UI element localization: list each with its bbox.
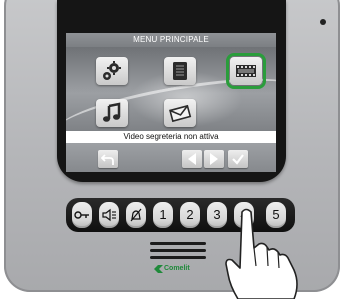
- status-led: [320, 19, 326, 25]
- next-button[interactable]: [204, 150, 224, 168]
- key-2[interactable]: 2: [180, 202, 200, 228]
- menu-item-messages[interactable]: [164, 99, 196, 127]
- door-key-button[interactable]: [72, 202, 92, 228]
- confirm-button[interactable]: [228, 150, 248, 168]
- music-note-icon: [103, 102, 121, 122]
- speaker-grille-line: [150, 242, 206, 245]
- menu-item-video[interactable]: [226, 53, 266, 89]
- ringer-off-button[interactable]: [126, 202, 146, 228]
- confirm-check-icon: [232, 154, 244, 165]
- phonebook-icon: [173, 62, 187, 80]
- menu-title: MENU PRINCIPALE: [66, 33, 276, 47]
- back-button[interactable]: [98, 150, 118, 168]
- video-film-icon: [236, 65, 256, 77]
- menu-item-music[interactable]: [96, 99, 128, 127]
- mute-button[interactable]: [99, 202, 119, 228]
- left-arrow-icon: [188, 153, 196, 165]
- speaker-grille-line: [150, 256, 206, 259]
- right-arrow-icon: [210, 153, 218, 165]
- speaker-grille-line: [150, 249, 206, 252]
- back-arrow-icon: [101, 154, 114, 165]
- bell-off-icon: [130, 208, 142, 222]
- pointing-hand-icon: [225, 208, 298, 299]
- menu-item-phonebook[interactable]: [164, 57, 196, 85]
- lcd-screen: MENU PRINCIPALE Video segreteria non att…: [66, 33, 276, 172]
- speaker-mute-icon: [102, 208, 116, 222]
- brand-logo-icon: [154, 265, 163, 273]
- menu-item-settings[interactable]: [96, 57, 128, 85]
- status-message: Video segreteria non attiva: [66, 131, 276, 143]
- key-door-icon: [74, 211, 89, 219]
- brand-name: Comelit: [164, 265, 190, 272]
- settings-gear-icon: [103, 61, 121, 80]
- message-envelope-icon: [169, 104, 192, 123]
- previous-button[interactable]: [182, 150, 202, 168]
- screen-nav-bar: [66, 143, 276, 172]
- key-1[interactable]: 1: [153, 202, 173, 228]
